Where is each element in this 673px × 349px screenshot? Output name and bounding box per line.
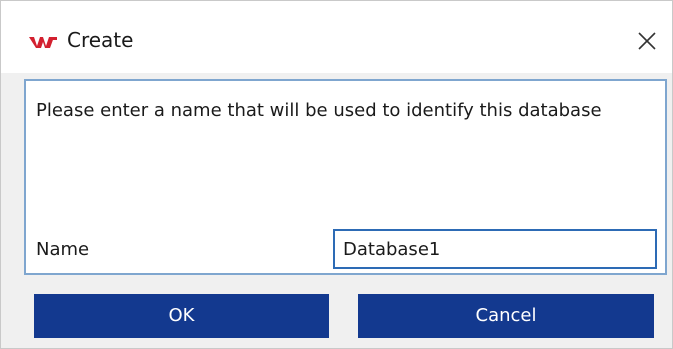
close-icon[interactable] [638, 32, 656, 50]
instruction-text: Please enter a name that will be used to… [36, 100, 602, 121]
name-input[interactable] [333, 229, 657, 269]
name-label: Name [36, 239, 90, 260]
create-dialog: Create Please enter a name that will be … [0, 0, 673, 349]
cancel-button[interactable]: Cancel [358, 294, 654, 338]
close-button[interactable] [627, 21, 667, 61]
ok-button[interactable]: OK [34, 294, 329, 338]
content-panel: Please enter a name that will be used to… [24, 79, 667, 275]
title-bar: Create [1, 1, 672, 73]
app-logo-icon [28, 34, 58, 48]
window-title: Create [67, 28, 134, 52]
